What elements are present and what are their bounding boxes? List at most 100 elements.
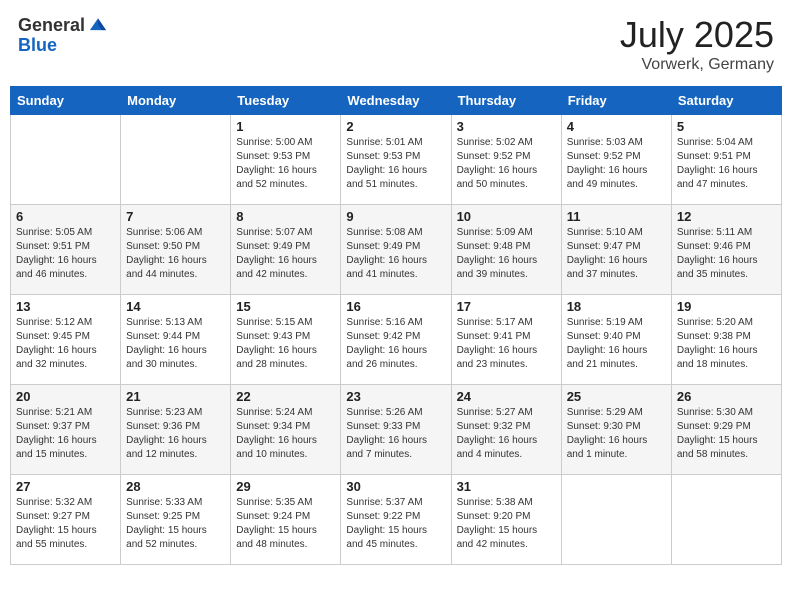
calendar-cell: 29 Sunrise: 5:35 AM Sunset: 9:24 PM Dayli… [231, 475, 341, 565]
title-block: July 2025 Vorwerk, Germany [620, 14, 774, 74]
calendar-cell: 9 Sunrise: 5:08 AM Sunset: 9:49 PM Daylig… [341, 205, 451, 295]
day-info: Sunrise: 5:04 AM Sunset: 9:51 PM Dayligh… [677, 136, 776, 192]
calendar-cell: 12 Sunrise: 5:11 AM Sunset: 9:46 PM Dayli… [671, 205, 781, 295]
day-info: Sunrise: 5:02 AM Sunset: 9:52 PM Dayligh… [457, 136, 556, 192]
calendar-cell: 18 Sunrise: 5:19 AM Sunset: 9:40 PM Dayli… [561, 295, 671, 385]
calendar-cell: 6 Sunrise: 5:05 AM Sunset: 9:51 PM Daylig… [11, 205, 121, 295]
calendar-cell: 23Sunrise: 5:26 AM Sunset: 9:33 PM Dayli… [341, 385, 451, 475]
day-info: Sunrise: 5:03 AM Sunset: 9:52 PM Dayligh… [567, 136, 666, 192]
day-number: 14 [126, 299, 225, 314]
day-number: 2 [346, 119, 445, 134]
day-info: Sunrise: 5:09 AM Sunset: 9:48 PM Dayligh… [457, 226, 556, 282]
weekday-header-friday: Friday [561, 87, 671, 115]
day-number: 3 [457, 119, 556, 134]
calendar-cell: 20Sunrise: 5:21 AM Sunset: 9:37 PM Dayli… [11, 385, 121, 475]
calendar-cell: 30 Sunrise: 5:37 AM Sunset: 9:22 PM Dayli… [341, 475, 451, 565]
weekday-header-sunday: Sunday [11, 87, 121, 115]
calendar-cell: 8 Sunrise: 5:07 AM Sunset: 9:49 PM Daylig… [231, 205, 341, 295]
day-number: 4 [567, 119, 666, 134]
logo-icon [87, 14, 109, 36]
calendar-header-row: SundayMondayTuesdayWednesdayThursdayFrid… [11, 87, 782, 115]
weekday-header-tuesday: Tuesday [231, 87, 341, 115]
calendar-cell: 25 Sunrise: 5:29 AM Sunset: 9:30 PM Dayli… [561, 385, 671, 475]
location-title: Vorwerk, Germany [620, 56, 774, 74]
calendar-cell: 1 Sunrise: 5:00 AM Sunset: 9:53 PM Daylig… [231, 115, 341, 205]
weekday-header-wednesday: Wednesday [341, 87, 451, 115]
calendar-cell: 21 Sunrise: 5:23 AM Sunset: 9:36 PM Dayli… [121, 385, 231, 475]
day-info: Sunrise: 5:07 AM Sunset: 9:49 PM Dayligh… [236, 226, 335, 282]
day-info: Sunrise: 5:24 AM Sunset: 9:34 PM Dayligh… [236, 406, 335, 462]
month-title: July 2025 [620, 14, 774, 56]
day-info: Sunrise: 5:12 AM Sunset: 9:45 PM Dayligh… [16, 316, 115, 372]
day-info: Sunrise: 5:15 AM Sunset: 9:43 PM Dayligh… [236, 316, 335, 372]
day-info: Sunrise: 5:08 AM Sunset: 9:49 PM Dayligh… [346, 226, 445, 282]
calendar-cell: 16 Sunrise: 5:16 AM Sunset: 9:42 PM Dayli… [341, 295, 451, 385]
weekday-header-saturday: Saturday [671, 87, 781, 115]
day-info: Sunrise: 5:16 AM Sunset: 9:42 PM Dayligh… [346, 316, 445, 372]
day-number: 13 [16, 299, 115, 314]
day-info: Sunrise: 5:32 AM Sunset: 9:27 PM Dayligh… [16, 496, 115, 552]
day-info: Sunrise: 5:37 AM Sunset: 9:22 PM Dayligh… [346, 496, 445, 552]
calendar-week-row: 1 Sunrise: 5:00 AM Sunset: 9:53 PM Daylig… [11, 115, 782, 205]
day-number: 21 [126, 389, 225, 404]
calendar-cell: 17Sunrise: 5:17 AM Sunset: 9:41 PM Dayli… [451, 295, 561, 385]
day-info: Sunrise: 5:19 AM Sunset: 9:40 PM Dayligh… [567, 316, 666, 372]
calendar-cell: 28 Sunrise: 5:33 AM Sunset: 9:25 PM Dayli… [121, 475, 231, 565]
day-info: Sunrise: 5:11 AM Sunset: 9:46 PM Dayligh… [677, 226, 776, 282]
day-info: Sunrise: 5:29 AM Sunset: 9:30 PM Dayligh… [567, 406, 666, 462]
calendar-cell: 15 Sunrise: 5:15 AM Sunset: 9:43 PM Dayli… [231, 295, 341, 385]
day-number: 15 [236, 299, 335, 314]
day-number: 10 [457, 209, 556, 224]
calendar-week-row: 13 Sunrise: 5:12 AM Sunset: 9:45 PM Dayli… [11, 295, 782, 385]
day-info: Sunrise: 5:35 AM Sunset: 9:24 PM Dayligh… [236, 496, 335, 552]
day-number: 5 [677, 119, 776, 134]
calendar-cell: 7Sunrise: 5:06 AM Sunset: 9:50 PM Daylig… [121, 205, 231, 295]
calendar-cell: 5 Sunrise: 5:04 AM Sunset: 9:51 PM Daylig… [671, 115, 781, 205]
calendar-week-row: 27 Sunrise: 5:32 AM Sunset: 9:27 PM Dayli… [11, 475, 782, 565]
calendar-cell: 31Sunrise: 5:38 AM Sunset: 9:20 PM Dayli… [451, 475, 561, 565]
calendar-cell: 4 Sunrise: 5:03 AM Sunset: 9:52 PM Daylig… [561, 115, 671, 205]
day-info: Sunrise: 5:21 AM Sunset: 9:37 PM Dayligh… [16, 406, 115, 462]
day-number: 24 [457, 389, 556, 404]
day-info: Sunrise: 5:30 AM Sunset: 9:29 PM Dayligh… [677, 406, 776, 462]
day-info: Sunrise: 5:10 AM Sunset: 9:47 PM Dayligh… [567, 226, 666, 282]
calendar-cell [121, 115, 231, 205]
day-info: Sunrise: 5:38 AM Sunset: 9:20 PM Dayligh… [457, 496, 556, 552]
day-number: 1 [236, 119, 335, 134]
day-number: 8 [236, 209, 335, 224]
day-number: 28 [126, 479, 225, 494]
calendar-cell: 19 Sunrise: 5:20 AM Sunset: 9:38 PM Dayli… [671, 295, 781, 385]
logo-blue: Blue [18, 35, 57, 55]
day-number: 16 [346, 299, 445, 314]
day-number: 9 [346, 209, 445, 224]
day-number: 27 [16, 479, 115, 494]
day-info: Sunrise: 5:20 AM Sunset: 9:38 PM Dayligh… [677, 316, 776, 372]
day-info: Sunrise: 5:00 AM Sunset: 9:53 PM Dayligh… [236, 136, 335, 192]
day-info: Sunrise: 5:27 AM Sunset: 9:32 PM Dayligh… [457, 406, 556, 462]
calendar-cell: 24 Sunrise: 5:27 AM Sunset: 9:32 PM Dayli… [451, 385, 561, 475]
day-info: Sunrise: 5:23 AM Sunset: 9:36 PM Dayligh… [126, 406, 225, 462]
day-number: 6 [16, 209, 115, 224]
calendar-cell [11, 115, 121, 205]
calendar-cell: 10 Sunrise: 5:09 AM Sunset: 9:48 PM Dayli… [451, 205, 561, 295]
calendar-table: SundayMondayTuesdayWednesdayThursdayFrid… [10, 86, 782, 565]
day-info: Sunrise: 5:05 AM Sunset: 9:51 PM Dayligh… [16, 226, 115, 282]
calendar-cell: 26Sunrise: 5:30 AM Sunset: 9:29 PM Dayli… [671, 385, 781, 475]
day-number: 30 [346, 479, 445, 494]
calendar-week-row: 20Sunrise: 5:21 AM Sunset: 9:37 PM Dayli… [11, 385, 782, 475]
day-info: Sunrise: 5:06 AM Sunset: 9:50 PM Dayligh… [126, 226, 225, 282]
day-number: 25 [567, 389, 666, 404]
day-number: 18 [567, 299, 666, 314]
calendar-cell: 2 Sunrise: 5:01 AM Sunset: 9:53 PM Daylig… [341, 115, 451, 205]
day-info: Sunrise: 5:33 AM Sunset: 9:25 PM Dayligh… [126, 496, 225, 552]
calendar-week-row: 6 Sunrise: 5:05 AM Sunset: 9:51 PM Daylig… [11, 205, 782, 295]
calendar-cell: 27 Sunrise: 5:32 AM Sunset: 9:27 PM Dayli… [11, 475, 121, 565]
weekday-header-monday: Monday [121, 87, 231, 115]
day-number: 12 [677, 209, 776, 224]
day-info: Sunrise: 5:01 AM Sunset: 9:53 PM Dayligh… [346, 136, 445, 192]
day-info: Sunrise: 5:26 AM Sunset: 9:33 PM Dayligh… [346, 406, 445, 462]
calendar-cell: 13 Sunrise: 5:12 AM Sunset: 9:45 PM Dayli… [11, 295, 121, 385]
day-number: 19 [677, 299, 776, 314]
calendar-cell [561, 475, 671, 565]
day-number: 29 [236, 479, 335, 494]
